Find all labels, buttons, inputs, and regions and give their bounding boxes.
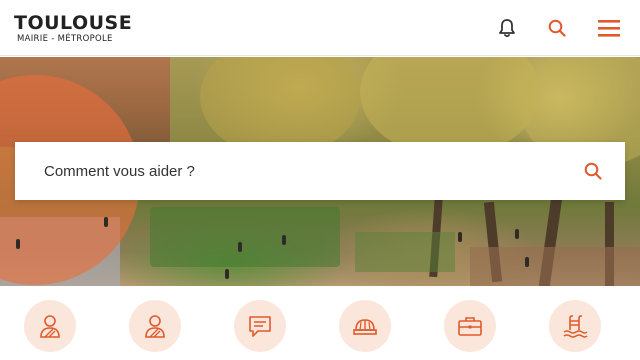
hero-person: [225, 269, 229, 279]
quick-link-item[interactable]: [549, 300, 601, 352]
quick-link-item[interactable]: [234, 300, 286, 352]
toulouse-logo[interactable]: TOULOUSE MAIRIE - MÉTROPOLE: [14, 12, 132, 46]
swimming-pool-icon: [563, 315, 588, 338]
hero-lawn: [355, 232, 455, 272]
quick-link-item[interactable]: [444, 300, 496, 352]
quick-links: [0, 286, 640, 360]
search-input[interactable]: [44, 159, 564, 183]
site-header: TOULOUSE MAIRIE - MÉTROPOLE: [0, 0, 640, 56]
quick-link-item[interactable]: [339, 300, 391, 352]
briefcase-icon: [458, 317, 482, 336]
quick-link-item[interactable]: [24, 300, 76, 352]
hero-person: [238, 242, 242, 252]
quick-link-item[interactable]: [129, 300, 181, 352]
search-submit-button[interactable]: [581, 159, 605, 183]
search-icon: [584, 162, 602, 180]
hero-person: [458, 232, 462, 242]
logo-title: TOULOUSE: [14, 12, 133, 34]
person-bust-icon: [145, 315, 165, 338]
hero-person: [515, 229, 519, 239]
person-bust-icon: [40, 315, 60, 338]
header-search-button[interactable]: [543, 14, 571, 42]
hero-lawn: [150, 207, 340, 267]
message-document-icon: [249, 316, 271, 337]
search-icon: [548, 19, 566, 37]
main-search-bar: [15, 142, 625, 200]
hero-person: [104, 217, 108, 227]
bell-icon: [499, 19, 515, 38]
hero-deck: [470, 247, 640, 286]
hamburger-menu-icon: [598, 20, 620, 37]
hero-person: [525, 257, 529, 267]
logo-subtitle: MAIRIE - MÉTROPOLE: [17, 34, 113, 44]
hero-person: [16, 239, 20, 249]
notifications-button[interactable]: [493, 14, 521, 42]
hero-person: [282, 235, 286, 245]
menu-button[interactable]: [595, 14, 623, 42]
hard-hat-icon: [353, 319, 377, 335]
